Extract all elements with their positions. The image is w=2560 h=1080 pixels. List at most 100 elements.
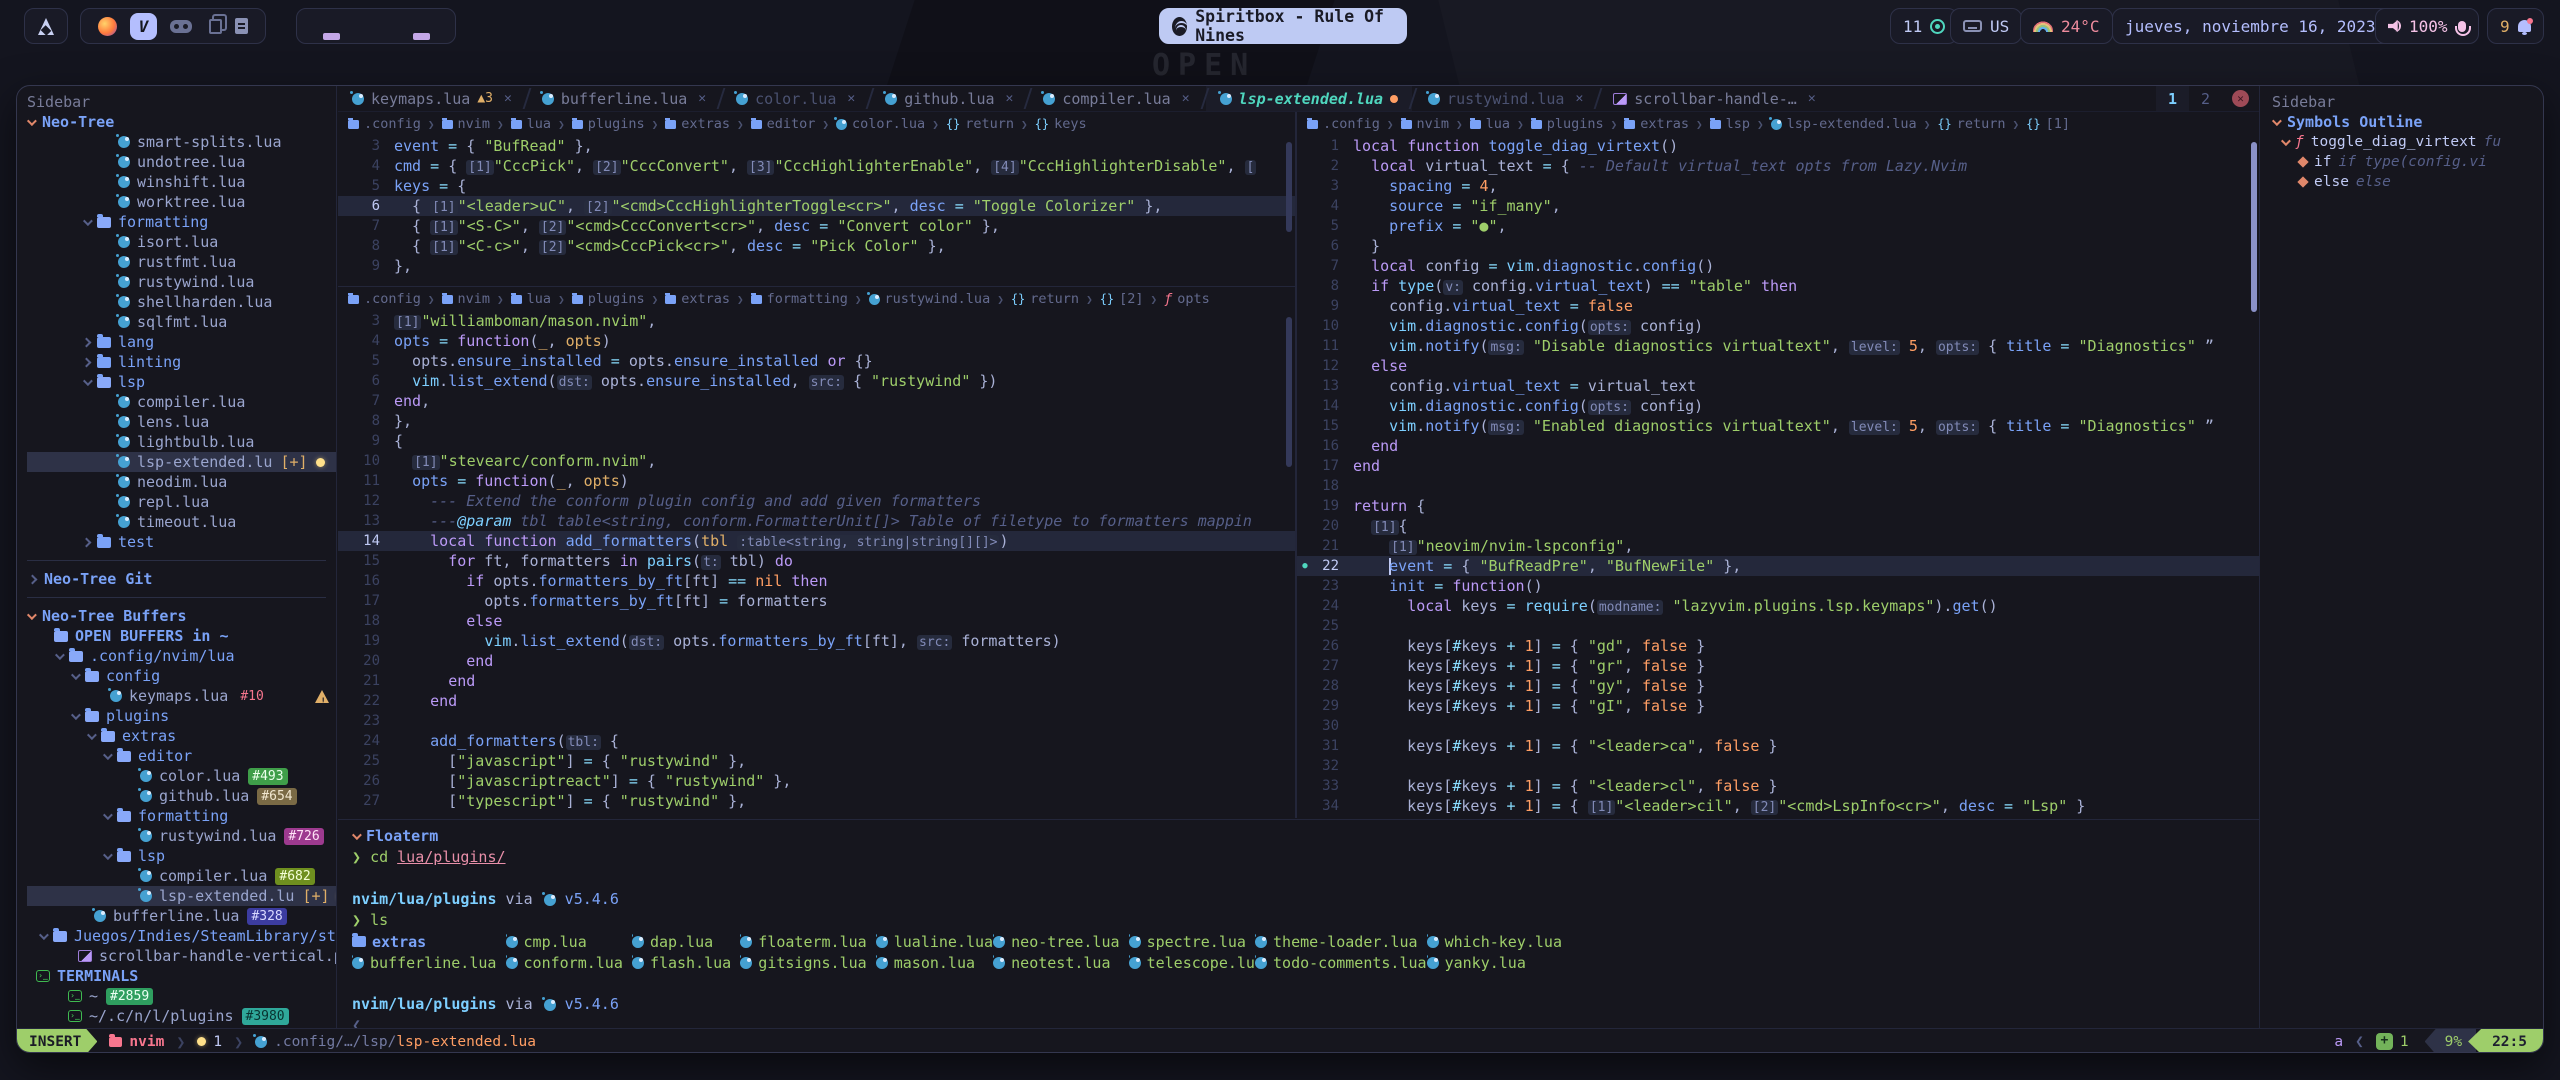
- tree-item-test[interactable]: test: [27, 532, 336, 552]
- code-line[interactable]: 29 keys[#keys + 1] = { "gI", false }: [1297, 696, 2259, 716]
- code-line[interactable]: 23: [338, 711, 1295, 731]
- code-line[interactable]: 6 }: [1297, 236, 2259, 256]
- tree-item-isort-lua[interactable]: isort.lua: [27, 232, 336, 252]
- code-line[interactable]: 18: [1297, 476, 2259, 496]
- tree-item-winshift-lua[interactable]: winshift.lua: [27, 172, 336, 192]
- tab-keymaps-lua[interactable]: keymaps.lua▲3✕: [338, 86, 526, 111]
- breadcrumb-item[interactable]: ƒopts: [1164, 291, 1210, 307]
- tree-item-lens-lua[interactable]: lens.lua: [27, 412, 336, 432]
- code-line[interactable]: 14 vim.diagnostic.config(opts: config): [1297, 396, 2259, 416]
- code-line[interactable]: 26 ["javascriptreact"] = { "rustywind" }…: [338, 771, 1295, 791]
- tree-item-compiler-lua[interactable]: compiler.lua: [27, 392, 336, 412]
- tree-item-lsp-extended-lu[interactable]: lsp-extended.lu[+]: [27, 886, 336, 906]
- code-line[interactable]: 21 [1]"neovim/nvim-lspconfig",: [1297, 536, 2259, 556]
- code-line[interactable]: 3 spacing = 4,: [1297, 176, 2259, 196]
- code-line[interactable]: 20 end: [338, 651, 1295, 671]
- breadcrumb-item[interactable]: .config: [348, 116, 421, 132]
- code-line[interactable]: 9 config.virtual_text = false: [1297, 296, 2259, 316]
- tree-item-keymaps-lua[interactable]: keymaps.lua#10: [27, 686, 336, 706]
- tab-bufferline-lua[interactable]: bufferline.lua✕: [528, 86, 720, 111]
- code-line[interactable]: 8},: [338, 411, 1295, 431]
- neotree-git-header[interactable]: Neo-Tree Git: [27, 569, 336, 589]
- tree-item-formatting[interactable]: formatting: [27, 212, 336, 232]
- tree-item--[interactable]: ›_~#2859: [27, 986, 336, 1006]
- neovim-icon[interactable]: V: [130, 13, 157, 40]
- code-line[interactable]: 31 keys[#keys + 1] = { "<leader>ca", fal…: [1297, 736, 2259, 756]
- launcher-button[interactable]: [24, 8, 68, 44]
- outline-symbol-toggle_diag_virtext[interactable]: ƒtoggle_diag_virtextfu: [2272, 132, 2544, 152]
- tree-item-config[interactable]: config: [27, 666, 336, 686]
- tab-compiler-lua[interactable]: compiler.lua✕: [1029, 86, 1203, 111]
- code-line[interactable]: 15 vim.notify(msg: "Enabled diagnostics …: [1297, 416, 2259, 436]
- code-line[interactable]: 11 opts = function(_, opts): [338, 471, 1295, 491]
- outline-symbol-else[interactable]: elseelse: [2272, 172, 2544, 192]
- breadcrumb-item[interactable]: plugins: [572, 116, 645, 132]
- code-line[interactable]: 8 if type(v: config.virtual_text) == "ta…: [1297, 276, 2259, 296]
- code-line[interactable]: 19return {: [1297, 496, 2259, 516]
- code-line[interactable]: 19 vim.list_extend(dst: opts.formatters_…: [338, 631, 1295, 651]
- code-line[interactable]: 17end: [1297, 456, 2259, 476]
- tree-item-color-lua[interactable]: color.lua#493: [27, 766, 336, 786]
- media-widget[interactable]: Spiritbox - Rule Of Nines: [1159, 8, 1407, 44]
- code-line[interactable]: 3event = { "BufRead" },: [338, 136, 1295, 156]
- code-line[interactable]: 32: [1297, 756, 2259, 776]
- neotree-section-header[interactable]: Neo-Tree: [27, 112, 336, 132]
- breadcrumb-item[interactable]: lsp-extended.lua: [1771, 116, 1917, 132]
- code-line[interactable]: 5keys = {: [338, 176, 1295, 196]
- tree-item-terminals[interactable]: ›_TERMINALS: [27, 966, 336, 986]
- tree-item-editor[interactable]: editor: [27, 746, 336, 766]
- tab-color-lua[interactable]: color.lua✕: [722, 86, 869, 111]
- tab-close-icon[interactable]: ✕: [1006, 91, 1014, 106]
- tree-item-repl-lua[interactable]: repl.lua: [27, 492, 336, 512]
- tab-rustywind-lua[interactable]: rustywind.lua✕: [1414, 86, 1597, 111]
- tree-item-rustywind-lua[interactable]: rustywind.lua#726: [27, 826, 336, 846]
- outline-section-header[interactable]: Symbols Outline: [2272, 112, 2544, 132]
- breadcrumb-item[interactable]: {}return: [1011, 291, 1079, 307]
- tree-item-worktree-lua[interactable]: worktree.lua: [27, 192, 336, 212]
- tree-item-linting[interactable]: linting: [27, 352, 336, 372]
- tree-item-rustywind-lua[interactable]: rustywind.lua: [27, 272, 336, 292]
- weather-widget[interactable]: 24°C: [2020, 8, 2113, 44]
- tab-close-icon[interactable]: ✕: [1575, 91, 1583, 106]
- tree-item-timeout-lua[interactable]: timeout.lua: [27, 512, 336, 532]
- tab-close-icon[interactable]: ✕: [1808, 91, 1816, 106]
- tree-item-bufferline-lua[interactable]: bufferline.lua#328: [27, 906, 336, 926]
- tree-item-juegos-indies-steamlibrary-st[interactable]: Juegos/Indies/SteamLibrary/st: [27, 926, 336, 946]
- code-line[interactable]: 9},: [338, 256, 1295, 276]
- document-icon[interactable]: [235, 18, 248, 34]
- tree-item-lightbulb-lua[interactable]: lightbulb.lua: [27, 432, 336, 452]
- tab-page-2[interactable]: 2: [2189, 86, 2222, 111]
- breadcrumb-item[interactable]: {}return: [1937, 116, 2005, 132]
- window-preview-dot[interactable]: [413, 33, 430, 40]
- code-line[interactable]: 20 [1]{: [1297, 516, 2259, 536]
- editor-pane-lsp-extended[interactable]: .config❯nvim❯lua❯plugins❯extras❯lsp❯lsp-…: [1297, 112, 2259, 818]
- tree-item-lsp[interactable]: lsp: [27, 372, 336, 392]
- breadcrumb-item[interactable]: lua: [511, 116, 551, 132]
- code-line[interactable]: 34 keys[#keys + 1] = { [1]"<leader>cil",…: [1297, 796, 2259, 816]
- code-line[interactable]: 12 --- Extend the conform plugin config …: [338, 491, 1295, 511]
- outline-symbol-if[interactable]: ifif type(config.vi: [2272, 152, 2544, 172]
- tab-page-1[interactable]: 1: [2156, 86, 2189, 111]
- tab-close-icon[interactable]: ✕: [847, 91, 855, 106]
- tree-item-rustfmt-lua[interactable]: rustfmt.lua: [27, 252, 336, 272]
- code-line[interactable]: 7 local config = vim.diagnostic.config(): [1297, 256, 2259, 276]
- tree-item-sqlfmt-lua[interactable]: sqlfmt.lua: [27, 312, 336, 332]
- updates-widget[interactable]: 11: [1890, 8, 1958, 44]
- tab-scrollbar-handle-[interactable]: scrollbar-handle-…✕: [1599, 86, 1829, 111]
- code-line[interactable]: 13 ---@param tbl table<string, conform.F…: [338, 511, 1295, 531]
- gamepad-icon[interactable]: [170, 20, 192, 33]
- code-line[interactable]: 13 config.virtual_text = virtual_text: [1297, 376, 2259, 396]
- tree-item-github-lua[interactable]: github.lua#654: [27, 786, 336, 806]
- code-line[interactable]: 5 opts.ensure_installed = opts.ensure_in…: [338, 351, 1295, 371]
- tree-item-plugins[interactable]: plugins: [27, 706, 336, 726]
- code-line[interactable]: 10 vim.diagnostic.config(opts: config): [1297, 316, 2259, 336]
- code-line[interactable]: 23 init = function(): [1297, 576, 2259, 596]
- editor-pane-rustywind[interactable]: .config❯nvim❯lua❯plugins❯extras❯formatti…: [338, 287, 1295, 818]
- code-line[interactable]: 25: [1297, 616, 2259, 636]
- breadcrumb-item[interactable]: {}return: [946, 116, 1014, 132]
- tree-item--config-nvim-lua[interactable]: .config/nvim/lua: [27, 646, 336, 666]
- breadcrumb-item[interactable]: nvim: [1401, 116, 1450, 132]
- editor-pane-color[interactable]: .config❯nvim❯lua❯plugins❯extras❯editor❯c…: [338, 112, 1295, 286]
- window-previews[interactable]: [296, 8, 456, 44]
- code-line[interactable]: 24 local keys = require(modname: "lazyvi…: [1297, 596, 2259, 616]
